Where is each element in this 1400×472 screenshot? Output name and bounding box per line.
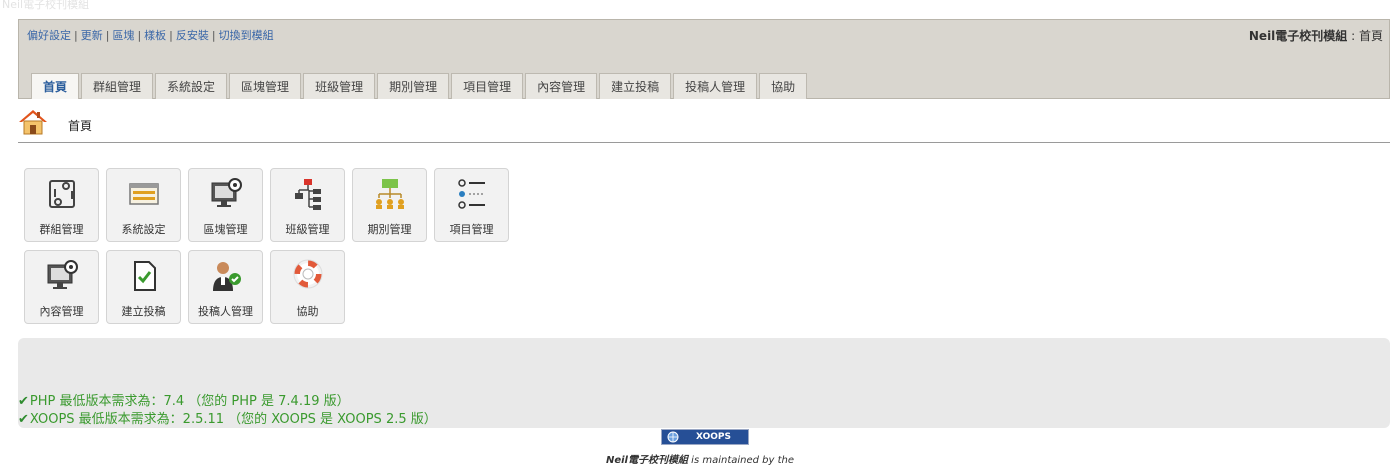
link-update[interactable]: 更新	[81, 29, 103, 42]
card-system-settings[interactable]: 系統設定	[106, 168, 181, 242]
user-check-icon	[209, 259, 243, 293]
breadcrumb-current: 首頁	[68, 119, 93, 133]
check-icon: ✔	[18, 412, 29, 427]
tab-group-management[interactable]: 群組管理	[81, 73, 154, 99]
group-sync-icon	[45, 177, 79, 211]
xoops-badge-text: XOOPS	[696, 432, 731, 442]
admin-header: 偏好設定 | 更新 | 區塊 | 樣板 | 反安裝 | 切換到模組 Neil電子校刊模組 : 首頁 …	[18, 19, 1390, 99]
tab-item-management[interactable]: 項目管理	[451, 73, 524, 99]
module-title: Neil電子校刊模組 : 首頁	[1249, 27, 1383, 44]
breadcrumb: 首頁	[18, 106, 1390, 143]
check-icon: ✔	[18, 394, 29, 409]
window-title-ghost: Neil電子校刊模組	[2, 0, 90, 11]
monitor-gear-icon	[209, 177, 243, 211]
card-group-management[interactable]: 群組管理	[24, 168, 99, 242]
card-label: 投稿人管理	[198, 305, 253, 318]
module-page: 首頁	[1358, 29, 1383, 43]
link-templates[interactable]: 樣板	[144, 29, 166, 42]
card-label: 建立投稿	[121, 305, 166, 318]
home-icon[interactable]	[18, 109, 48, 139]
link-uninstall[interactable]: 反安裝	[176, 29, 209, 42]
php-requirement-text: PHP 最低版本需求為：7.4 （您的 PHP 是 7.4.19 版）	[29, 394, 350, 409]
card-issue-management[interactable]: 期別管理	[352, 168, 427, 242]
hierarchy-icon	[291, 177, 325, 211]
tab-content-management[interactable]: 內容管理	[525, 73, 598, 99]
tab-block-management[interactable]: 區塊管理	[229, 73, 302, 99]
org-chart-icon	[373, 177, 407, 211]
link-switch-module[interactable]: 切換到模組	[219, 29, 274, 42]
card-item-management[interactable]: 項目管理	[434, 168, 509, 242]
card-submitter-management[interactable]: 投稿人管理	[188, 250, 263, 324]
card-label: 協助	[296, 305, 319, 318]
card-block-management[interactable]: 區塊管理	[188, 168, 263, 242]
module-name: Neil電子校刊模組	[1248, 29, 1348, 43]
tab-submitter-management[interactable]: 投稿人管理	[673, 73, 758, 99]
xoops-requirement-text: XOOPS 最低版本需求為：2.5.11 （您的 XOOPS 是 XOOPS 2…	[29, 412, 437, 427]
tab-class-management[interactable]: 班級管理	[303, 73, 376, 99]
card-label: 群組管理	[39, 223, 84, 236]
document-check-icon	[127, 259, 161, 293]
quick-links: 偏好設定 | 更新 | 區塊 | 樣板 | 反安裝 | 切換到模組	[27, 29, 274, 42]
card-class-management[interactable]: 班級管理	[270, 168, 345, 242]
tab-system-settings[interactable]: 系統設定	[155, 73, 228, 99]
card-label: 區塊管理	[203, 223, 248, 236]
card-label: 內容管理	[39, 305, 84, 318]
lifebuoy-icon	[291, 259, 325, 293]
monitor-gear-icon	[45, 259, 79, 293]
tab-create-submission[interactable]: 建立投稿	[599, 73, 672, 99]
tab-home[interactable]: 首頁	[31, 73, 80, 99]
footer-module-name: Neil電子校刊模組	[605, 455, 688, 466]
card-content-management[interactable]: 內容管理	[24, 250, 99, 324]
globe-icon	[666, 431, 680, 448]
card-label: 班級管理	[285, 223, 330, 236]
card-label: 系統設定	[121, 223, 166, 236]
footer-note: Neil電子校刊模組 is maintained by the	[0, 451, 1400, 466]
card-help[interactable]: 協助	[270, 250, 345, 324]
list-icon	[455, 177, 489, 211]
tab-issue-management[interactable]: 期別管理	[377, 73, 450, 99]
xoops-requirement: ✔XOOPS 最低版本需求為：2.5.11 （您的 XOOPS 是 XOOPS …	[18, 408, 437, 427]
tab-bar: 首頁 群組管理 系統設定 區塊管理 班級管理 期別管理 項目管理 內容管理 建立…	[31, 73, 809, 99]
card-label: 項目管理	[449, 223, 494, 236]
xoops-badge[interactable]: XOOPS	[661, 429, 749, 445]
php-requirement: ✔PHP 最低版本需求為：7.4 （您的 PHP 是 7.4.19 版）	[18, 390, 350, 409]
footer-maintained-text: is maintained by the	[687, 455, 795, 466]
card-label: 期別管理	[367, 223, 412, 236]
module-title-sep: :	[1347, 29, 1359, 43]
tab-help[interactable]: 協助	[759, 73, 808, 99]
link-preferences[interactable]: 偏好設定	[27, 29, 71, 42]
link-blocks[interactable]: 區塊	[112, 29, 134, 42]
requirements-panel: ✔PHP 最低版本需求為：7.4 （您的 PHP 是 7.4.19 版） ✔XO…	[18, 338, 1390, 428]
settings-panel-icon	[127, 177, 161, 211]
card-create-submission[interactable]: 建立投稿	[106, 250, 181, 324]
